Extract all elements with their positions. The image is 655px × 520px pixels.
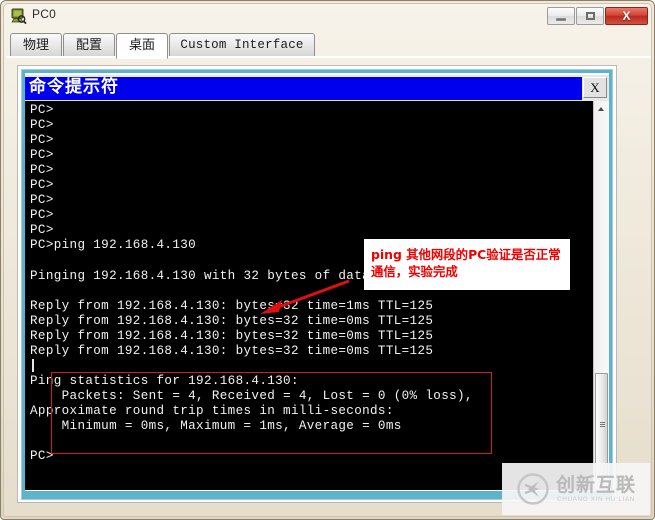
tab-2[interactable]: 配置 <box>63 33 115 57</box>
terminal-cursor <box>32 359 34 372</box>
command-prompt-close-icon[interactable]: X <box>583 77 607 98</box>
tab-label: 物理 <box>22 37 49 52</box>
watermark-title: 创新互联 <box>555 474 636 496</box>
minimize-button[interactable] <box>547 7 575 25</box>
watermark-logo-icon <box>517 473 549 505</box>
red-pointer-arrow <box>260 279 350 314</box>
command-prompt-title: 命令提示符 <box>29 77 119 97</box>
application-window: PC0 X 物理 配置 桌面 Custom Interface 命令提示符 X PC>… <box>0 0 655 520</box>
annotation-callout-box: ping 其他网段的PC验证是否正常通信，实验完成 <box>364 239 570 290</box>
red-highlight-rectangle <box>51 372 492 454</box>
window-title-bar[interactable]: PC0 X <box>4 4 651 28</box>
watermark: 创新互联 CHUANG XIN HU LIAN <box>502 463 650 515</box>
pc-device-icon <box>11 8 27 24</box>
tab-label: 桌面 <box>128 37 155 52</box>
tab-4[interactable]: Custom Interface <box>169 33 315 57</box>
tab-bar: 物理 配置 桌面 Custom Interface <box>6 31 651 59</box>
terminal-vertical-scrollbar[interactable] <box>593 101 609 490</box>
tab-label: 配置 <box>75 37 102 52</box>
maximize-button[interactable] <box>576 7 604 25</box>
command-prompt-title-bar[interactable]: 命令提示符 X <box>25 75 609 101</box>
tab-1[interactable]: 物理 <box>10 33 62 57</box>
scroll-up-arrow-icon[interactable] <box>594 101 609 116</box>
tab-bar-underline <box>6 56 651 58</box>
window-title: PC0 <box>32 7 56 21</box>
tab-label: Custom Interface <box>180 38 304 52</box>
annotation-text: ping 其他网段的PC验证是否正常通信，实验完成 <box>371 247 561 279</box>
tab-3[interactable]: 桌面 <box>116 33 168 59</box>
command-prompt-window: 命令提示符 X PC> PC> PC> PC> PC> PC> PC> PC> … <box>25 75 609 490</box>
watermark-subtitle: CHUANG XIN HU LIAN <box>557 496 635 503</box>
close-button[interactable]: X <box>605 7 648 25</box>
